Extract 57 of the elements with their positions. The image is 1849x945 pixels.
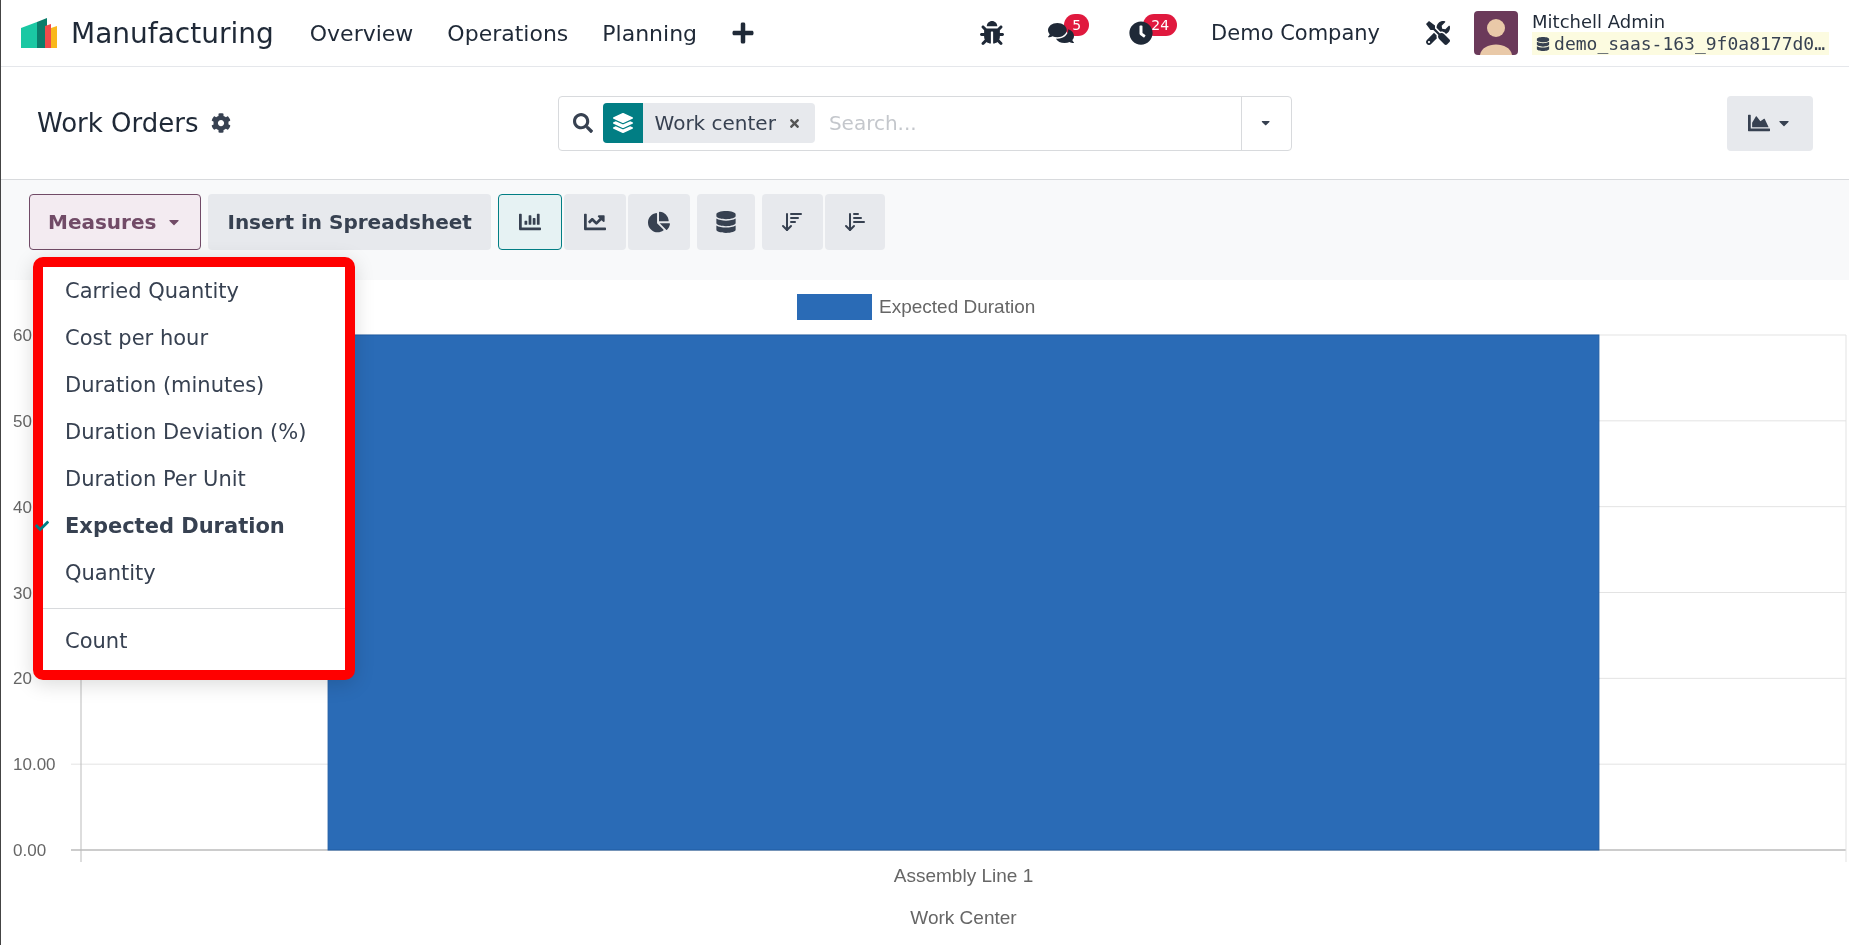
axis-tick-label: 50 <box>13 411 32 431</box>
measure-option[interactable]: Cost per hour <box>35 314 345 361</box>
chart-type-button[interactable] <box>563 194 626 250</box>
sort-descending-icon <box>780 210 805 234</box>
measures-button[interactable]: Measures <box>29 194 202 250</box>
graph-view-button[interactable] <box>1727 95 1813 151</box>
measure-option[interactable]: Quantity <box>35 549 345 596</box>
search-field[interactable]: Work center Search... <box>557 95 1292 151</box>
axis-tick-label: 60 <box>13 326 32 345</box>
chart-type-button[interactable] <box>497 194 562 250</box>
insert-spreadsheet-button[interactable]: Insert in Spreadsheet <box>208 194 491 250</box>
area-chart-icon <box>1748 112 1770 134</box>
sort-descending-button[interactable] <box>761 194 823 250</box>
app-logo-icon <box>21 18 57 48</box>
menu-item[interactable]: Planning <box>602 20 698 46</box>
sort-ascending-icon <box>842 210 867 234</box>
pie-chart-icon <box>647 211 670 233</box>
axis-tick-label: 20 <box>13 669 32 689</box>
page-title: Work Orders <box>37 108 199 138</box>
search-icon <box>572 113 593 133</box>
measure-option[interactable]: Duration Per Unit <box>35 455 345 502</box>
bar-chart-icon <box>518 211 541 233</box>
axis-tick-label: 30 <box>13 583 32 603</box>
legend-label: Expected Duration <box>879 296 1036 317</box>
stack-icon <box>714 211 737 233</box>
company-name[interactable]: Demo Company <box>1211 21 1381 45</box>
menu-item[interactable]: Operations <box>447 20 569 46</box>
user-avatar[interactable] <box>1474 11 1519 55</box>
app-name[interactable]: Manufacturing <box>71 16 274 50</box>
database-name: demo_saas-163_9f0a8177d0… <box>1532 32 1829 55</box>
measure-option[interactable]: Duration Deviation (%) <box>35 408 345 455</box>
filter-facet[interactable]: Work center <box>602 103 815 143</box>
measure-option[interactable]: Count <box>35 617 345 664</box>
layers-icon <box>602 103 643 143</box>
settings-icon[interactable] <box>210 113 231 133</box>
check-icon <box>35 518 49 533</box>
measure-option[interactable]: Carried Quantity <box>35 267 345 314</box>
chat-icon[interactable] <box>1048 20 1075 46</box>
axis-title: Work Center <box>910 907 1017 928</box>
database-icon <box>1536 36 1551 51</box>
user-name: Mitchell Admin <box>1532 11 1667 32</box>
sort-ascending-button[interactable] <box>824 194 885 250</box>
plus-icon[interactable] <box>731 21 756 45</box>
close-icon[interactable] <box>787 116 801 130</box>
bug-icon[interactable] <box>980 21 1005 45</box>
axis-tick-label: 40 <box>13 497 32 517</box>
measure-option[interactable]: Duration (minutes) <box>35 361 345 408</box>
tools-icon[interactable] <box>1426 21 1451 45</box>
axis-tick-label: 10.00 <box>13 755 56 775</box>
menu-item[interactable]: Overview <box>309 20 414 46</box>
clock-icon[interactable] <box>1129 21 1154 45</box>
stacked-toggle-button[interactable] <box>696 194 755 250</box>
axis-tick-label: 0.00 <box>13 841 47 860</box>
line-chart-icon <box>583 211 606 233</box>
category-label: Assembly Line 1 <box>893 865 1034 886</box>
measure-option[interactable]: Expected Duration <box>35 502 345 549</box>
chart-type-button[interactable] <box>627 194 690 250</box>
